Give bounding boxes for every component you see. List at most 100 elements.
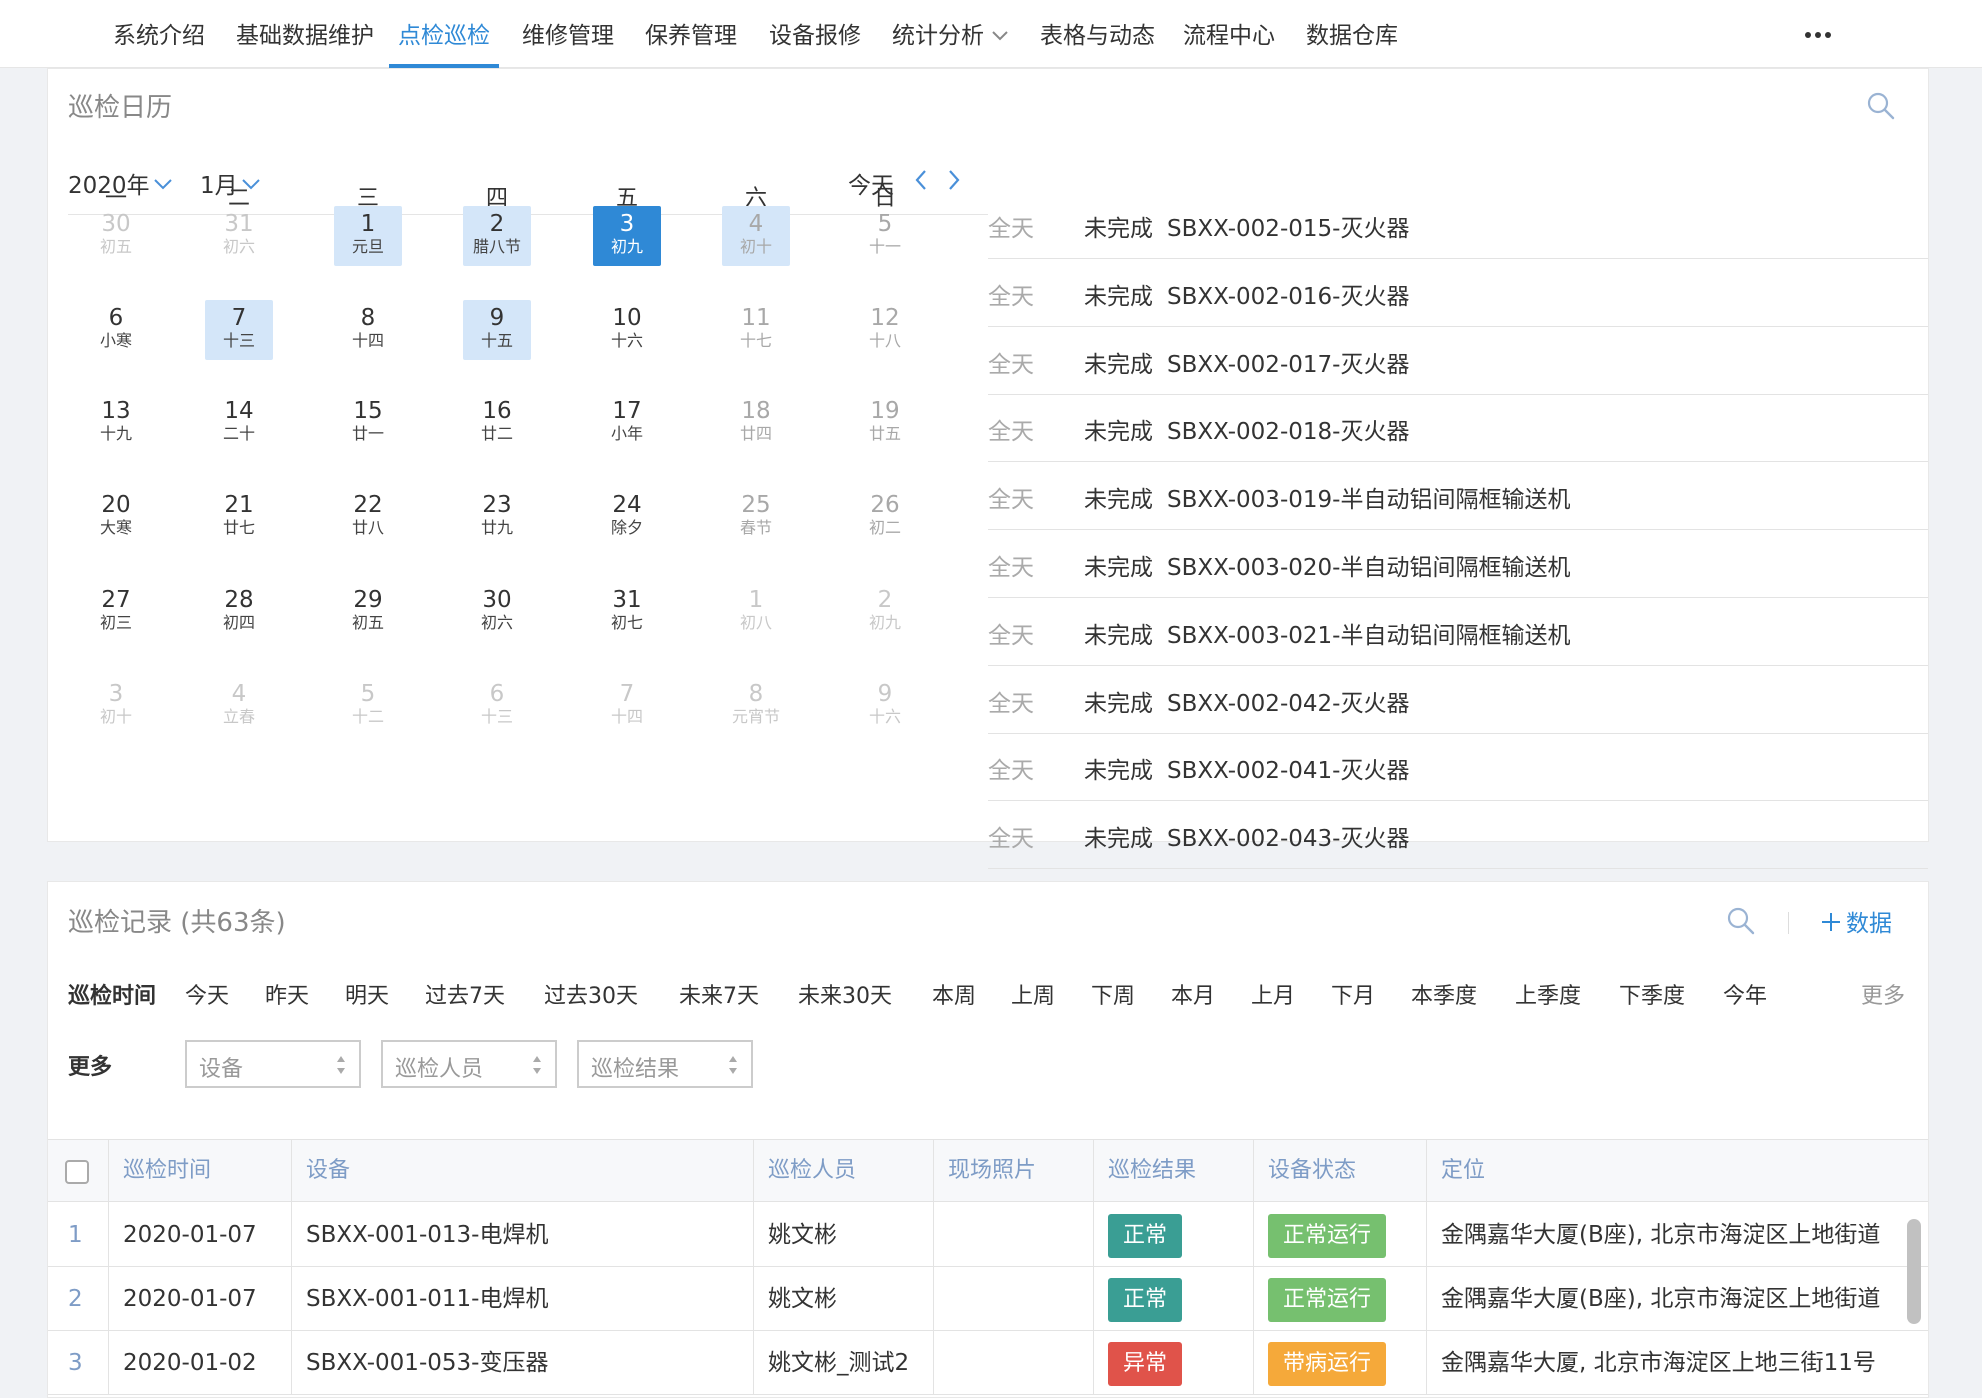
calendar-day[interactable]: 20 大寒 [82,487,150,547]
nav-item-repair[interactable]: 维修管理 [522,0,614,68]
time-filter-option[interactable]: 明天 [345,978,389,1010]
time-filter-option[interactable]: 上季度 [1515,978,1581,1010]
calendar-day[interactable]: 7 十三 [205,300,273,360]
calendar-day[interactable]: 9 十六 [851,676,919,736]
calendar-day[interactable]: 31 初六 [205,206,273,266]
add-data-button[interactable]: 数据 [1820,904,1892,938]
calendar-day[interactable]: 7 十四 [593,676,661,736]
time-filter-option[interactable]: 未来7天 [679,978,759,1010]
calendar-day[interactable]: 4 初十 [722,206,790,266]
time-filter-option[interactable]: 下季度 [1619,978,1685,1010]
nav-item-workflow[interactable]: 流程中心 [1183,0,1275,68]
more-link[interactable]: 更多 [1861,978,1905,1010]
nav-item-maintenance[interactable]: 保养管理 [645,0,737,68]
event-row[interactable]: 全天 未完成 SBXX-002-015-灭火器 [988,191,1928,259]
time-filter-option[interactable]: 下周 [1091,978,1135,1010]
table-row[interactable]: 2 2020-01-07 SBXX-001-011-电焊机 姚文彬 正常 正常运行 金隅嘉华… [48,1267,1928,1331]
calendar-day[interactable]: 2 腊八节 [463,206,531,266]
calendar-day[interactable]: 19 廿五 [851,393,919,453]
event-row[interactable]: 全天 未完成 SBXX-003-020-半自动铝间隔框输送机 [988,530,1928,598]
time-filter-option[interactable]: 下月 [1331,978,1375,1010]
calendar-day[interactable]: 4 立春 [205,676,273,736]
event-row[interactable]: 全天 未完成 SBXX-003-019-半自动铝间隔框输送机 [988,462,1928,531]
calendar-day[interactable]: 1 元旦 [334,206,402,266]
time-filter-option[interactable]: 上月 [1251,978,1295,1010]
search-icon[interactable] [1726,906,1756,936]
column-header-device[interactable]: 设备 [291,1140,753,1203]
column-header-result[interactable]: 巡检结果 [1093,1140,1253,1203]
inspector-select[interactable]: 巡检人员 [381,1040,557,1088]
calendar-day[interactable]: 21 廿七 [205,487,273,547]
calendar-day[interactable]: 15 廿一 [334,393,402,453]
calendar-day[interactable]: 28 初四 [205,582,273,642]
calendar-day[interactable]: 24 除夕 [593,487,661,547]
calendar-day[interactable]: 8 十四 [334,300,402,360]
column-header-time[interactable]: 巡检时间 [108,1140,291,1203]
calendar-day[interactable]: 6 十三 [463,676,531,736]
nav-item-tables[interactable]: 表格与动态 [1040,0,1155,68]
table-row[interactable]: 1 2020-01-07 SBXX-001-013-电焊机 姚文彬 正常 正常运行 金隅嘉华… [48,1203,1928,1267]
nav-item-inspection[interactable]: 点检巡检 [389,0,499,68]
table-scrollbar[interactable] [1907,1219,1921,1324]
chevron-left-icon[interactable] [913,168,929,192]
time-filter-option[interactable]: 今天 [185,978,229,1010]
event-row[interactable]: 全天 未完成 SBXX-002-041-灭火器 [988,733,1928,802]
calendar-day[interactable]: 30 初五 [82,206,150,266]
time-filter-option[interactable]: 今年 [1723,978,1767,1010]
select-all-checkbox[interactable] [65,1160,89,1184]
time-filter-option[interactable]: 昨天 [265,978,309,1010]
time-filter-option[interactable]: 过去7天 [425,978,505,1010]
calendar-day[interactable]: 18 廿四 [722,393,790,453]
calendar-day[interactable]: 1 初八 [722,582,790,642]
calendar-day[interactable]: 5 十一 [851,206,919,266]
calendar-day[interactable]: 2 初九 [851,582,919,642]
event-row[interactable]: 全天 未完成 SBXX-002-016-灭火器 [988,259,1928,327]
time-filter-option[interactable]: 本季度 [1411,978,1477,1010]
event-row[interactable]: 全天 未完成 SBXX-003-021-半自动铝间隔框输送机 [988,598,1928,666]
calendar-day[interactable]: 22 廿八 [334,487,402,547]
time-filter-option[interactable]: 本周 [932,978,976,1010]
time-filter-option[interactable]: 本月 [1171,978,1215,1010]
calendar-day[interactable]: 6 小寒 [82,300,150,360]
column-header-inspector[interactable]: 巡检人员 [753,1140,933,1203]
calendar-day[interactable]: 10 十六 [593,300,661,360]
column-header-location[interactable]: 定位 [1426,1140,1928,1203]
event-row[interactable]: 全天 未完成 SBXX-002-043-灭火器 [988,801,1928,870]
search-icon[interactable] [1866,91,1896,121]
chevron-right-icon[interactable] [946,168,962,192]
calendar-day[interactable]: 25 春节 [722,487,790,547]
calendar-day[interactable]: 3 初十 [82,676,150,736]
calendar-day[interactable]: 9 十五 [463,300,531,360]
event-row[interactable]: 全天 未完成 SBXX-002-018-灭火器 [988,394,1928,463]
calendar-day[interactable]: 14 二十 [205,393,273,453]
more-dots-icon[interactable] [1805,26,1837,44]
calendar-day[interactable]: 23 廿九 [463,487,531,547]
table-row[interactable]: 3 2020-01-02 SBXX-001-053-变压器 姚文彬_测试2 异常 带病运行… [48,1331,1928,1395]
nav-item-data-warehouse[interactable]: 数据仓库 [1306,0,1398,68]
time-filter-option[interactable]: 未来30天 [798,978,892,1010]
column-header-state[interactable]: 设备状态 [1253,1140,1426,1203]
time-filter-option[interactable]: 上周 [1011,978,1055,1010]
calendar-day[interactable]: 16 廿二 [463,393,531,453]
column-header-photo[interactable]: 现场照片 [933,1140,1093,1203]
calendar-day[interactable]: 12 十八 [851,300,919,360]
result-select[interactable]: 巡检结果 [577,1040,753,1088]
calendar-day[interactable]: 27 初三 [82,582,150,642]
calendar-day[interactable]: 8 元宵节 [722,676,790,736]
calendar-day[interactable]: 26 初二 [851,487,919,547]
event-row[interactable]: 全天 未完成 SBXX-002-017-灭火器 [988,327,1928,395]
calendar-day[interactable]: 17 小年 [593,393,661,453]
nav-item-basic-data[interactable]: 基础数据维护 [236,0,374,68]
device-select[interactable]: 设备 [185,1040,361,1088]
event-row[interactable]: 全天 未完成 SBXX-002-042-灭火器 [988,666,1928,734]
calendar-day[interactable]: 3 初九 [593,206,661,266]
calendar-day[interactable]: 31 初七 [593,582,661,642]
calendar-day[interactable]: 13 十九 [82,393,150,453]
nav-item-statistics[interactable]: 统计分析 [892,0,1008,68]
calendar-day[interactable]: 29 初五 [334,582,402,642]
calendar-day[interactable]: 5 十二 [334,676,402,736]
calendar-day[interactable]: 11 十七 [722,300,790,360]
time-filter-option[interactable]: 过去30天 [544,978,638,1010]
nav-item-fault-report[interactable]: 设备报修 [769,0,861,68]
nav-item-system-intro[interactable]: 系统介绍 [113,0,205,68]
